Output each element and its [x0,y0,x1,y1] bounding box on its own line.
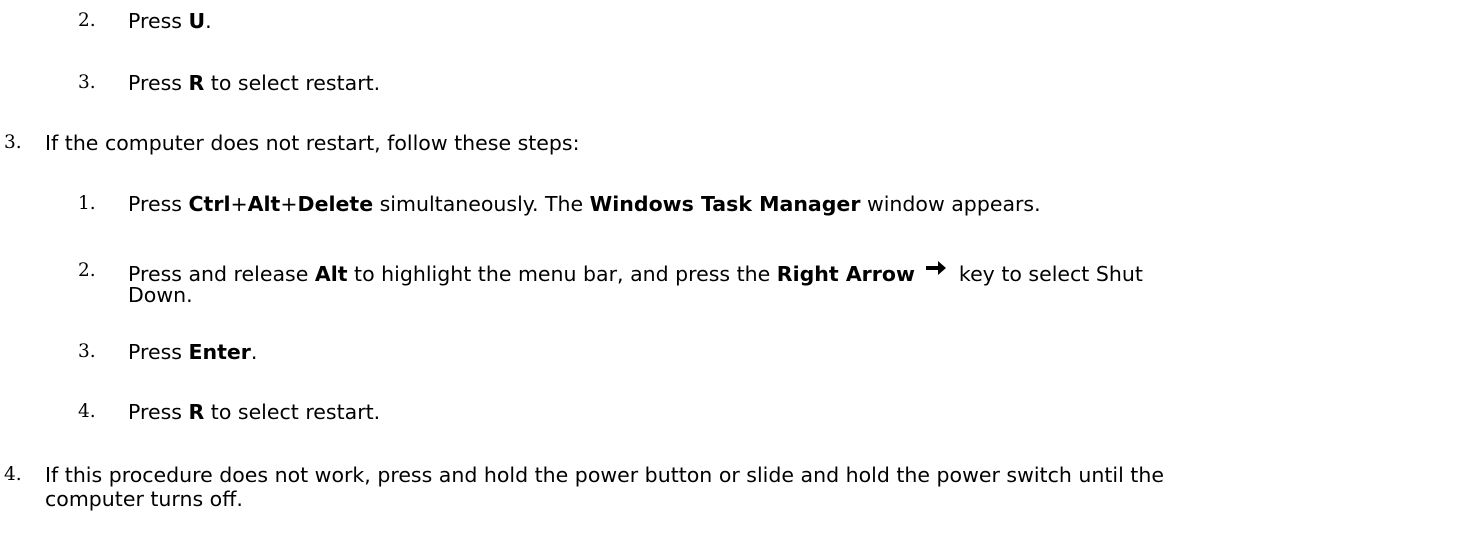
step-text: Press Ctrl+Alt+Delete simultaneously. Th… [128,192,1041,216]
step-text: Press R to select restart. [128,71,381,95]
key-alt: Alt [314,262,348,286]
key-r: R [188,71,205,95]
step-text: If the computer does not restart, follow… [45,131,580,155]
step-text: Press Enter. [128,340,258,364]
key-r: R [188,400,205,424]
key-u: U [188,9,206,33]
step-number: 2. [78,10,96,31]
key-right-arrow: Right Arrow [776,262,915,286]
step-number: 1. [78,193,96,214]
key-enter: Enter [188,340,251,364]
step-text-line2: computer turns off. [45,487,243,511]
key-alt: Alt [247,192,281,216]
key-ctrl: Ctrl [188,192,231,216]
step-number: 4. [4,464,22,485]
document-page: { "steps": { "s2_2": { "num": "2.", "pre… [0,0,1463,558]
step-text: Press R to select restart. [128,400,381,424]
step-number: 4. [78,401,96,422]
key-delete: Delete [297,192,374,216]
step-number: 3. [4,132,22,153]
window-name: Windows Task Manager [589,192,861,216]
right-arrow-icon [925,259,947,277]
step-text: Press U. [128,9,212,33]
step-number: 2. [78,260,96,281]
step-number: 3. [78,72,96,93]
step-text-line2: Down. [128,283,193,307]
step-text-line1: Press and release Alt to highlight the m… [128,259,1143,286]
step-number: 3. [78,341,96,362]
step-text-line1: If this procedure does not work, press a… [45,463,1164,487]
